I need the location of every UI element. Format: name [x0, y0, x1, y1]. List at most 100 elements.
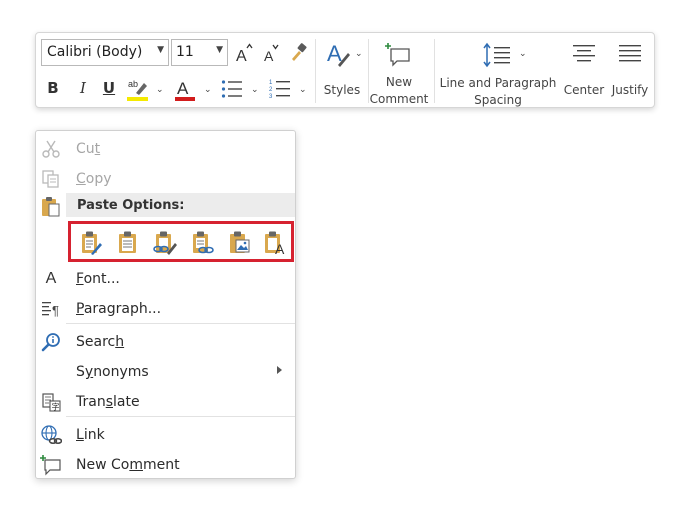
chevron-down-icon: ⌄	[355, 49, 363, 59]
chevron-right-icon	[277, 366, 282, 374]
menu-item-paragraph[interactable]: ¶ Paragraph...	[36, 293, 295, 323]
svg-text:ab: ab	[128, 79, 138, 89]
paste-keep-source-formatting-icon[interactable]	[78, 229, 104, 255]
chevron-down-icon[interactable]: ⌄	[156, 85, 164, 95]
menu-item-font[interactable]: A Font...	[36, 263, 295, 293]
menu-item-label: Synonyms	[76, 364, 149, 380]
bullet-list-icon	[221, 80, 242, 98]
chevron-down-icon: ▼	[157, 45, 164, 55]
paste-merge-formatting-icon[interactable]	[115, 229, 141, 255]
menu-item-label: New Comment	[76, 457, 180, 473]
menu-item-label: Search	[76, 334, 125, 350]
font-name-dropdown[interactable]: Calibri (Body) ▼	[41, 39, 169, 66]
line-spacing-icon	[483, 42, 510, 68]
menu-separator	[66, 323, 295, 324]
line-spacing-label-line1: Line and Paragraph	[439, 76, 557, 90]
menu-item-search[interactable]: Search	[36, 326, 295, 356]
context-menu: Cut Copy Paste Options: A A Font... ¶ Pa…	[35, 130, 296, 479]
menu-item-label: Paragraph...	[76, 301, 162, 317]
align-justify-icon	[619, 45, 641, 62]
new-comment-icon	[40, 454, 62, 476]
font-color-icon: A	[175, 79, 195, 101]
paste-link-merge-formatting-icon[interactable]	[189, 229, 215, 255]
justify-label: Justify	[611, 83, 649, 97]
align-center-icon	[573, 45, 595, 62]
paste-keep-text-only-icon[interactable]: A	[263, 229, 289, 257]
menu-item-synonyms[interactable]: Synonyms	[36, 356, 295, 386]
new-comment-label-line1: New	[385, 75, 413, 89]
new-comment-icon	[385, 43, 410, 67]
grow-font-icon: A	[236, 43, 253, 65]
chevron-down-icon: ⌄	[519, 49, 527, 59]
center-label: Center	[563, 83, 605, 97]
svg-text:字: 字	[52, 402, 60, 412]
menu-item-label: Translate	[76, 394, 140, 410]
chevron-down-icon[interactable]: ⌄	[251, 85, 259, 95]
numbering-button[interactable]: 1 2 3	[269, 78, 291, 100]
format-painter-icon	[292, 43, 307, 61]
font-size-value: 11	[176, 44, 194, 60]
shrink-font-icon: A	[264, 44, 279, 64]
new-comment-label-line2: Comment	[369, 92, 429, 106]
italic-button[interactable]: I	[74, 79, 92, 101]
chevron-down-icon[interactable]: ⌄	[204, 85, 212, 95]
menu-item-label: Copy	[76, 171, 112, 187]
font-name-value: Calibri (Body)	[47, 44, 143, 60]
menu-item-translate[interactable]: 字 Translate	[36, 386, 295, 416]
justify-button[interactable]: Justify	[608, 37, 652, 103]
translate-icon: 字	[40, 391, 62, 413]
menu-item-label: Font...	[76, 271, 120, 287]
highlight-color-button[interactable]: ab	[126, 77, 150, 103]
center-button[interactable]: Center	[562, 37, 606, 103]
svg-text:2: 2	[269, 87, 273, 93]
menu-item-label: Link	[76, 427, 105, 443]
menu-separator	[66, 416, 295, 417]
menu-item-label: Cut	[76, 141, 101, 157]
paragraph-icon: ¶	[40, 298, 62, 320]
svg-text:¶: ¶	[52, 303, 59, 318]
line-paragraph-spacing-button[interactable]: ⌄ Line and Paragraph Spacing	[438, 37, 558, 107]
clipboard-icon	[40, 195, 62, 217]
svg-text:A: A	[275, 241, 285, 255]
styles-label: Styles	[323, 83, 361, 97]
link-icon	[40, 424, 62, 446]
paste-as-picture-icon[interactable]	[226, 229, 252, 255]
separator	[434, 39, 435, 103]
menu-item-cut[interactable]: Cut	[36, 133, 295, 163]
font-icon: A	[45, 270, 57, 287]
svg-text:A: A	[236, 48, 247, 64]
chevron-down-icon: ▼	[216, 45, 223, 55]
underline-label: U	[102, 79, 116, 97]
scissors-icon	[40, 138, 62, 160]
bullets-button[interactable]	[221, 79, 243, 99]
paste-link-keep-formatting-icon[interactable]	[152, 229, 178, 255]
menu-item-new-comment[interactable]: New Comment	[36, 449, 295, 479]
menu-item-copy[interactable]: Copy	[36, 163, 295, 193]
copy-icon	[40, 168, 62, 190]
menu-item-link[interactable]: Link	[36, 419, 295, 449]
svg-text:1: 1	[269, 80, 273, 86]
separator	[315, 39, 316, 103]
numbered-list-icon: 1 2 3	[269, 80, 290, 100]
highlighter-icon: ab	[127, 79, 148, 101]
font-size-dropdown[interactable]: 11 ▼	[171, 39, 228, 66]
styles-icon: A	[327, 41, 350, 67]
svg-text:A: A	[327, 41, 342, 66]
svg-text:A: A	[177, 79, 189, 98]
italic-label: I	[80, 79, 86, 97]
mini-toolbar: Calibri (Body) ▼ 11 ▼ A A B I U ab ⌄ A ⌄…	[35, 32, 655, 108]
shrink-font-button[interactable]: A	[261, 42, 281, 64]
format-painter-button[interactable]	[288, 41, 310, 63]
new-comment-button[interactable]: New Comment	[369, 37, 429, 106]
line-spacing-label-line2: Spacing	[474, 93, 522, 107]
paste-options-highlight: A	[68, 221, 294, 262]
styles-button[interactable]: A ⌄ Styles	[320, 37, 364, 103]
font-color-button[interactable]: A	[174, 77, 196, 103]
chevron-down-icon[interactable]: ⌄	[299, 85, 307, 95]
underline-button[interactable]: U	[100, 79, 118, 101]
paste-options-header: Paste Options:	[66, 193, 295, 217]
bold-button[interactable]: B	[44, 79, 62, 101]
svg-text:3: 3	[269, 94, 273, 100]
search-icon	[40, 331, 62, 353]
grow-font-button[interactable]: A	[234, 42, 254, 65]
